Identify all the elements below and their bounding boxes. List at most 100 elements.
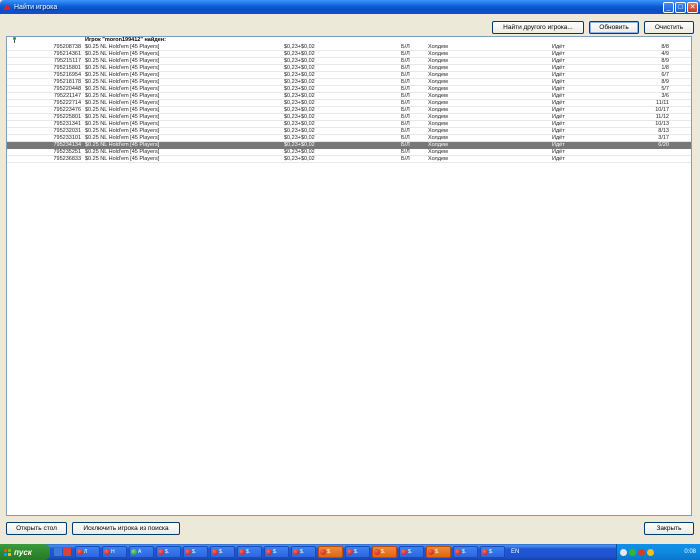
stakes-cell: $0,23+$0,02 [284, 93, 315, 99]
table-row[interactable]: 795223476 $0.25 NL Hold'em [45 Players] $0… [7, 107, 691, 114]
game-type-cell: Холдем [428, 65, 448, 71]
table-id-cell: 795223476 [53, 107, 81, 113]
table-row[interactable]: 795221147 $0.25 NL Hold'em [45 Players] $0… [7, 93, 691, 100]
taskbar-task-button[interactable]: $. [426, 546, 451, 558]
maximize-button[interactable]: □ [675, 1, 686, 13]
find-other-player-button[interactable]: Найти другого игрока... [492, 21, 584, 34]
status-cell: Идёт [552, 149, 565, 155]
taskbar-task-button[interactable]: $. [399, 546, 424, 558]
taskbar-task-button[interactable]: $. [291, 546, 316, 558]
task-label: $. [354, 549, 359, 555]
open-table-button[interactable]: Открыть стол [6, 522, 67, 535]
status-cell: Идёт [552, 58, 565, 64]
refresh-button[interactable]: Обновить [589, 21, 639, 34]
window-controls: _ □ ✕ [663, 1, 698, 13]
task-app-icon [185, 549, 191, 555]
clock[interactable]: 0:08 [684, 549, 696, 555]
found-message: Игрок "moron199412" найден: [85, 37, 166, 43]
network-icon[interactable] [620, 548, 627, 556]
table-id-cell: 795225801 [53, 114, 81, 120]
table-row[interactable]: 795233101 $0.25 NL Hold'em [45 Players] $0… [7, 135, 691, 142]
task-label: $. [273, 549, 278, 555]
game-cell: $0.25 NL Hold'em [45 Players] [85, 142, 160, 148]
taskbar-task-button[interactable]: $. [480, 546, 505, 558]
task-app-icon [401, 549, 407, 555]
taskbar-task-button[interactable]: Н [102, 546, 127, 558]
security-icon[interactable] [629, 548, 636, 556]
game-type-cell: Холдем [428, 114, 448, 120]
desktop-icon[interactable] [54, 548, 62, 556]
stakes-cell: $0,23+$0,02 [284, 142, 315, 148]
task-label: Л [84, 549, 88, 555]
task-label: $. [246, 549, 251, 555]
table-row[interactable]: 795232031 $0.25 NL Hold'em [45 Players] $0… [7, 128, 691, 135]
taskbar-task-button[interactable]: $. [183, 546, 208, 558]
taskbar-task-button[interactable]: $. [372, 546, 397, 558]
game-cell: $0.25 NL Hold'em [45 Players] [85, 51, 160, 57]
taskbar-task-button[interactable]: $. [318, 546, 343, 558]
taskbar-task-button[interactable]: $. [156, 546, 181, 558]
exclude-player-button[interactable]: Исключить игрока из поиска [72, 522, 180, 535]
taskbar-task-button[interactable]: А [129, 546, 154, 558]
window-title: Найти игрока [14, 3, 58, 11]
table-row[interactable]: 795236833 $0.25 NL Hold'em [45 Players] $0… [7, 156, 691, 163]
stakes-cell: $0,23+$0,02 [284, 86, 315, 92]
pin-icon [12, 37, 17, 43]
stakes-cell: $0,23+$0,02 [284, 51, 315, 57]
game-type-cell: Холдем [428, 79, 448, 85]
table-row[interactable]: 795208738 $0.25 NL Hold'em [45 Players] $0… [7, 44, 691, 51]
table-row[interactable]: 795235251 $0.25 NL Hold'em [45 Players] $0… [7, 149, 691, 156]
status-cell: Идёт [552, 121, 565, 127]
players-cell: 8/9 [661, 79, 669, 85]
clear-button[interactable]: Очистить [644, 21, 694, 34]
title-bar[interactable]: Найти игрока _ □ ✕ [0, 0, 700, 14]
table-row[interactable]: 795231341 $0.25 NL Hold'em [45 Players] $0… [7, 121, 691, 128]
table-row[interactable]: 795218178 $0.25 NL Hold'em [45 Players] $0… [7, 79, 691, 86]
app-shortcut-icon[interactable] [63, 548, 71, 556]
table-row[interactable]: 795216954 $0.25 NL Hold'em [45 Players] $0… [7, 72, 691, 79]
game-type-cell: Холдем [428, 58, 448, 64]
windows-logo-icon [4, 548, 11, 556]
game-type-cell: Холдем [428, 86, 448, 92]
table-row[interactable]: 795234134 $0.25 NL Hold'em [45 Players] $0… [7, 142, 691, 149]
taskbar-task-button[interactable]: Л [75, 546, 100, 558]
table-row[interactable]: 795215117 $0.25 NL Hold'em [45 Players] $0… [7, 58, 691, 65]
task-label: $. [219, 549, 224, 555]
taskbar-task-button[interactable]: $. [210, 546, 235, 558]
players-cell: 6/7 [661, 72, 669, 78]
table-id-cell: 795235251 [53, 149, 81, 155]
taskbar-task-button[interactable]: $. [453, 546, 478, 558]
table-id-cell: 795220448 [53, 86, 81, 92]
table-row[interactable]: 795220448 $0.25 NL Hold'em [45 Players] $0… [7, 86, 691, 93]
stakes-cell: $0,23+$0,02 [284, 149, 315, 155]
taskbar-task-button[interactable]: $. [345, 546, 370, 558]
stakes-cell: $0,23+$0,02 [284, 72, 315, 78]
antivirus-icon[interactable] [638, 548, 645, 556]
game-type-cell: Холдем [428, 135, 448, 141]
limit-cell: Б/Л [401, 86, 410, 92]
table-row[interactable]: 795214361 $0.25 NL Hold'em [45 Players] $0… [7, 51, 691, 58]
task-label: $. [192, 549, 197, 555]
minimize-button[interactable]: _ [663, 1, 674, 13]
results-list[interactable]: Игрок "moron199412" найден: 795208738 $0.… [6, 36, 692, 516]
players-cell: 10/13 [655, 121, 669, 127]
language-indicator[interactable]: EN [511, 549, 519, 555]
close-window-button[interactable]: ✕ [687, 1, 698, 13]
start-button[interactable]: пуск [0, 544, 50, 560]
task-app-icon [239, 549, 245, 555]
table-row[interactable]: 795222714 $0.25 NL Hold'em [45 Players] $0… [7, 100, 691, 107]
players-cell: 10/17 [655, 107, 669, 113]
close-button[interactable]: Закрыть [644, 522, 694, 535]
taskbar-task-button[interactable]: $. [264, 546, 289, 558]
task-app-icon [158, 549, 164, 555]
table-row[interactable]: 795215801 $0.25 NL Hold'em [45 Players] $0… [7, 65, 691, 72]
stakes-cell: $0,23+$0,02 [284, 79, 315, 85]
taskbar-task-button[interactable]: $. [237, 546, 262, 558]
game-cell: $0.25 NL Hold'em [45 Players] [85, 93, 160, 99]
task-app-icon [293, 549, 299, 555]
game-cell: $0.25 NL Hold'em [45 Players] [85, 114, 160, 120]
table-row[interactable]: 795225801 $0.25 NL Hold'em [45 Players] $0… [7, 114, 691, 121]
stakes-cell: $0,23+$0,02 [284, 121, 315, 127]
status-cell: Идёт [552, 156, 565, 162]
volume-icon[interactable] [647, 548, 654, 556]
